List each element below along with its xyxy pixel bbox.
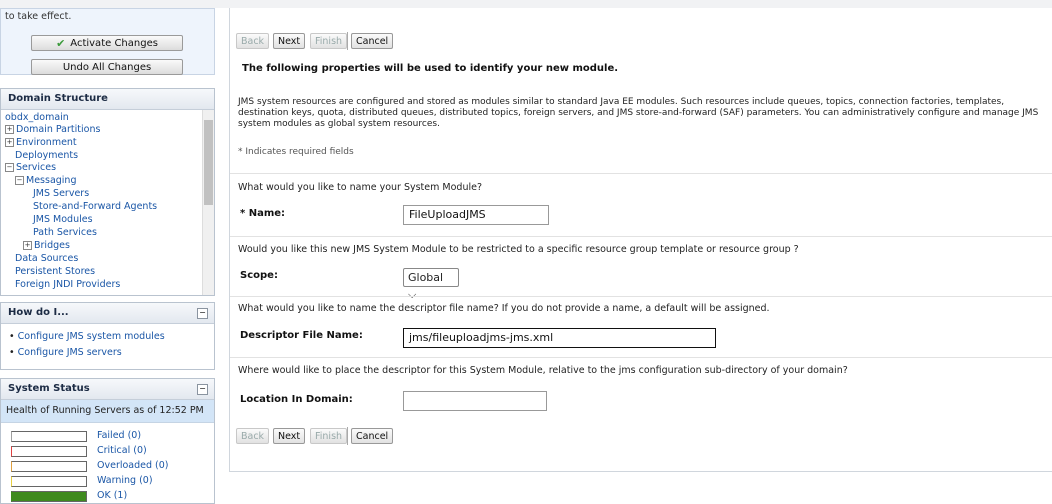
tree-scrollbar-thumb[interactable] [204,120,213,205]
cancel-button-bottom[interactable]: Cancel [351,428,394,444]
tree-node-services[interactable]: − Services [5,162,56,173]
scope-label: Scope: [240,270,278,281]
status-label[interactable]: Failed (0) [97,430,141,441]
tree-node-deployments[interactable]: Deployments [15,150,78,161]
undo-all-changes-label: Undo All Changes [62,61,152,73]
button-separator [347,427,348,445]
status-label[interactable]: OK (1) [97,490,127,501]
status-bar [11,476,87,487]
descriptor-question: What would you like to name the descript… [238,303,770,314]
tree-node-saf-agents[interactable]: Store-and-Forward Agents [33,201,157,212]
status-bar-fill [12,492,86,501]
activate-changes-label: Activate Changes [70,37,158,49]
activate-changes-button[interactable]: ✔ Activate Changes [31,35,183,51]
how-do-i-panel: How do I... − • Configure JMS system mod… [0,302,215,370]
tree-node-environment[interactable]: + Environment [5,137,77,148]
tree-node-jms-modules[interactable]: JMS Modules [33,214,93,225]
how-do-i-link-1[interactable]: • Configure JMS system modules [9,331,165,342]
status-bar [11,446,87,457]
system-status-panel: System Status − Health of Running Server… [0,378,215,504]
domain-tree: obdx_domain + Domain Partitions + Environm… [1,110,214,295]
status-bar [11,461,87,472]
tree-node-partitions[interactable]: + Domain Partitions [5,124,100,135]
next-button-bottom[interactable]: Next [273,428,306,444]
status-bar [11,431,87,442]
tree-node-jms-servers[interactable]: JMS Servers [33,188,89,199]
tree-node-root[interactable]: obdx_domain [5,112,69,123]
back-button[interactable]: Back [236,33,270,49]
how-do-i-link-2[interactable]: • Configure JMS servers [9,347,122,358]
name-label: * Name: [240,208,286,219]
change-center-panel: to take effect. ✔ Activate Changes Undo … [0,8,215,75]
scope-question: Would you like this new JMS System Modul… [238,244,799,255]
collapse-icon[interactable]: − [15,176,24,185]
change-center-message: to take effect. [5,11,72,22]
how-do-i-title: How do I... − [1,303,214,324]
location-question: Where would like to place the descriptor… [238,365,848,376]
wizard-content: Back Next Finish Cancel The following pr… [229,8,1052,472]
tree-node-foreign-jndi[interactable]: Foreign JNDI Providers [15,279,120,290]
status-bar [11,491,87,502]
expand-icon[interactable]: + [5,138,14,147]
cancel-button[interactable]: Cancel [351,33,394,49]
status-label[interactable]: Overloaded (0) [97,460,169,471]
divider [230,236,1052,237]
tree-node-persistent-stores[interactable]: Persistent Stores [15,266,95,277]
location-input[interactable] [403,391,547,411]
expand-icon[interactable]: + [23,241,32,250]
wizard-description: JMS system resources are configured and … [238,97,1039,129]
status-label[interactable]: Critical (0) [97,445,147,456]
domain-structure-title: Domain Structure [1,89,214,110]
tree-node-data-sources[interactable]: Data Sources [15,253,78,264]
tree-node-messaging[interactable]: − Messaging [15,175,76,186]
next-button[interactable]: Next [273,33,306,49]
collapse-icon[interactable]: − [197,384,208,395]
back-button-bottom[interactable]: Back [236,428,270,444]
divider [230,173,1052,174]
health-text: Health of Running Servers as of 12:52 PM [1,400,214,423]
divider [230,296,1052,297]
wizard-heading: The following properties will be used to… [242,63,619,74]
location-label: Location In Domain: [240,394,353,405]
scope-select[interactable]: Global ⌵ [403,268,459,301]
button-separator [347,32,348,50]
name-input[interactable]: FileUploadJMS [403,205,549,225]
domain-structure-panel: Domain Structure obdx_domain + Domain Par… [0,88,215,296]
descriptor-label: Descriptor File Name: [240,330,363,341]
required-note: * Indicates required fields [238,147,354,157]
system-status-title: System Status − [1,379,214,400]
collapse-icon[interactable]: − [197,308,208,319]
chevron-down-icon: ⌵ [408,288,417,301]
divider [230,357,1052,358]
descriptor-input[interactable]: jms/fileuploadjms-jms.xml [403,328,716,348]
tree-node-bridges[interactable]: + Bridges [23,240,70,251]
finish-button[interactable]: Finish [310,33,348,49]
top-bar [0,0,1052,8]
checkmark-icon: ✔ [56,36,66,50]
undo-all-changes-button[interactable]: Undo All Changes [31,59,183,75]
finish-button-bottom[interactable]: Finish [310,428,348,444]
tree-scrollbar[interactable] [202,110,214,295]
collapse-icon[interactable]: − [5,163,14,172]
status-label[interactable]: Warning (0) [97,475,153,486]
expand-icon[interactable]: + [5,125,14,134]
tree-node-path-services[interactable]: Path Services [33,227,97,238]
name-question: What would you like to name your System … [238,182,482,193]
